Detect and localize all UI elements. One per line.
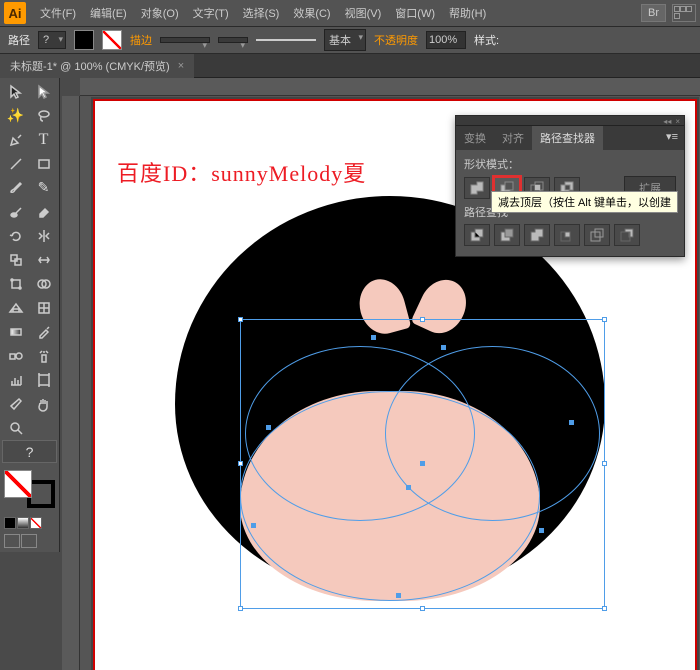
options-bar: 路径 ? 描边 基本 不透明度 样式: xyxy=(0,26,700,54)
menu-effect[interactable]: 效果(C) xyxy=(287,2,336,24)
selection-tool[interactable] xyxy=(2,80,29,103)
ruler-horizontal[interactable] xyxy=(80,78,700,96)
ruler-vertical[interactable] xyxy=(62,96,80,670)
menu-select[interactable]: 选择(S) xyxy=(237,2,286,24)
tab-align[interactable]: 对齐 xyxy=(494,126,532,150)
rect-tool[interactable] xyxy=(30,152,57,175)
opacity-label[interactable]: 不透明度 xyxy=(374,32,418,48)
graph-tool[interactable] xyxy=(2,368,29,391)
reflect-tool[interactable] xyxy=(30,224,57,247)
stroke-label[interactable]: 描边 xyxy=(130,32,152,48)
mesh-tool[interactable] xyxy=(30,296,57,319)
selection-bounds[interactable] xyxy=(240,319,605,609)
doc-title: 未标题-1* @ 100% (CMYK/预览) xyxy=(10,58,170,74)
eyedropper-tool[interactable] xyxy=(30,320,57,343)
gradient-tool[interactable] xyxy=(2,320,29,343)
tab-transform[interactable]: 变换 xyxy=(456,126,494,150)
menu-view[interactable]: 视图(V) xyxy=(339,2,388,24)
brush-preview xyxy=(256,39,316,41)
lasso-tool[interactable] xyxy=(30,104,57,127)
fill-stroke-control[interactable] xyxy=(2,468,57,510)
menu-type[interactable]: 文字(T) xyxy=(187,2,235,24)
fill-swatch[interactable] xyxy=(74,30,94,50)
menu-window[interactable]: 窗口(W) xyxy=(389,2,441,24)
collapse-icon[interactable]: ◂◂ xyxy=(663,117,671,124)
pen-tool[interactable] xyxy=(2,128,29,151)
var-width[interactable] xyxy=(218,37,248,43)
tab-pathfinder[interactable]: 路径查找器 xyxy=(532,126,603,150)
free-transform-tool[interactable] xyxy=(2,272,29,295)
symbol-sprayer-tool[interactable] xyxy=(30,344,57,367)
eraser-tool[interactable] xyxy=(30,200,57,223)
magic-wand-tool[interactable]: ✨ xyxy=(2,104,29,127)
help-tool[interactable]: ? xyxy=(2,440,57,463)
stroke-swatch[interactable] xyxy=(102,30,122,50)
panel-titlebar[interactable]: ◂◂ × xyxy=(456,116,684,126)
blend-tool[interactable] xyxy=(2,344,29,367)
menubar: Ai 文件(F) 编辑(E) 对象(O) 文字(T) 选择(S) 效果(C) 视… xyxy=(0,0,700,26)
merge-button[interactable] xyxy=(524,224,550,246)
doc-tabbar: 未标题-1* @ 100% (CMYK/预览) × xyxy=(0,54,700,78)
toolbox: ✨ T ✎ ? xyxy=(0,78,60,552)
arrange-docs-button[interactable] xyxy=(672,4,696,22)
zoom-tool[interactable] xyxy=(2,416,29,439)
path-label: 路径 xyxy=(8,32,30,48)
screen-normal[interactable] xyxy=(4,534,20,548)
slice-tool[interactable] xyxy=(2,392,29,415)
tooltip: 减去顶层（按住 Alt 键单击，以创建 xyxy=(491,191,678,213)
direct-select-tool[interactable] xyxy=(30,80,57,103)
shape-modes-label: 形状模式： xyxy=(464,156,676,172)
menu-object[interactable]: 对象(O) xyxy=(135,2,185,24)
width-tool[interactable] xyxy=(30,248,57,271)
color-mode-swatches xyxy=(4,517,42,529)
pathfinder-panel: ◂◂× 变换 对齐 路径查找器 ▾≡ 形状模式： 扩展 路径查找 减去顶层（按住… xyxy=(455,115,685,257)
screen-mode xyxy=(4,534,37,548)
style-label: 样式: xyxy=(474,32,499,48)
swatch-gradient[interactable] xyxy=(17,517,29,529)
brush-def[interactable]: 基本 xyxy=(324,29,366,51)
rotate-tool[interactable] xyxy=(2,224,29,247)
outline-button[interactable] xyxy=(584,224,610,246)
swatch-none[interactable] xyxy=(30,517,42,529)
fill-dropdown[interactable]: ? xyxy=(38,31,66,49)
shape-builder-tool[interactable] xyxy=(30,272,57,295)
app-logo: Ai xyxy=(4,2,26,24)
menu-file[interactable]: 文件(F) xyxy=(34,2,82,24)
pencil-tool[interactable]: ✎ xyxy=(30,176,57,199)
unite-button[interactable] xyxy=(464,177,490,199)
close-icon[interactable]: × xyxy=(675,117,680,124)
doc-tab[interactable]: 未标题-1* @ 100% (CMYK/预览) × xyxy=(0,54,194,78)
watermark-text: 百度ID：sunnyMelody夏 xyxy=(117,156,366,188)
divide-button[interactable] xyxy=(464,224,490,246)
minus-back-button[interactable] xyxy=(614,224,640,246)
artboard-tool[interactable] xyxy=(30,368,57,391)
swatch-color[interactable] xyxy=(4,517,16,529)
fill-color[interactable] xyxy=(4,470,32,498)
panel-menu-icon[interactable]: ▾≡ xyxy=(660,126,684,150)
stroke-weight[interactable] xyxy=(160,37,210,43)
line-tool[interactable] xyxy=(2,152,29,175)
menu-edit[interactable]: 编辑(E) xyxy=(84,2,133,24)
trim-button[interactable] xyxy=(494,224,520,246)
opacity-input[interactable] xyxy=(426,31,466,49)
blob-brush-tool[interactable] xyxy=(2,200,29,223)
crop-button[interactable] xyxy=(554,224,580,246)
panel-tabs: 变换 对齐 路径查找器 ▾≡ xyxy=(456,126,684,150)
menu-help[interactable]: 帮助(H) xyxy=(443,2,492,24)
bridge-button[interactable]: Br xyxy=(641,4,666,22)
perspective-tool[interactable] xyxy=(2,296,29,319)
type-tool[interactable]: T xyxy=(30,128,57,151)
close-tab-icon[interactable]: × xyxy=(178,60,184,72)
scale-tool[interactable] xyxy=(2,248,29,271)
hand-tool[interactable] xyxy=(30,392,57,415)
brush-tool[interactable] xyxy=(2,176,29,199)
screen-full[interactable] xyxy=(21,534,37,548)
